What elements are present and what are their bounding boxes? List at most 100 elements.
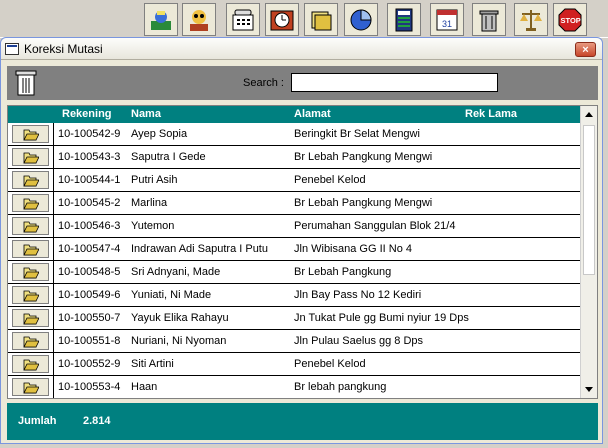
trash-button[interactable] — [472, 3, 506, 36]
open-record-button[interactable] — [12, 217, 49, 235]
open-record-button[interactable] — [12, 309, 49, 327]
folders-icon — [311, 11, 332, 30]
cell-rekening: 10-100550-7 — [58, 312, 121, 324]
jumlah-value: 2.814 — [83, 415, 111, 427]
column-divider — [53, 238, 54, 261]
grid-body: 10-100542-9 Ayep Sopia Beringkit Br Selat … — [8, 123, 580, 398]
column-header-nama[interactable]: Nama — [131, 108, 161, 120]
open-folder-icon — [22, 290, 39, 301]
mail-button[interactable] — [144, 3, 178, 36]
cell-rekening: 10-100543-3 — [58, 151, 121, 163]
close-button[interactable]: × — [575, 42, 596, 57]
cell-alamat: Penebel Kelod — [294, 358, 366, 370]
cell-nama: Ayep Sopia — [131, 128, 188, 140]
open-folder-icon — [22, 382, 39, 393]
search-label: Search : — [243, 77, 284, 89]
table-row[interactable]: 10-100550-7 Yayuk Elika Rahayu Jn Tukat Pu… — [8, 307, 580, 330]
open-folder-icon — [22, 152, 39, 163]
open-folder-icon — [22, 175, 39, 186]
delete-trash-icon[interactable] — [13, 68, 39, 98]
open-folder-icon — [22, 221, 39, 232]
calculator-button[interactable] — [387, 3, 421, 36]
cell-alamat: Beringkit Br Selat Mengwi — [294, 128, 420, 140]
vertical-scrollbar[interactable] — [580, 106, 597, 398]
open-record-button[interactable] — [12, 148, 49, 166]
grid-header: Rekening Nama Alamat Rek Lama — [8, 106, 580, 123]
open-record-button[interactable] — [12, 332, 49, 350]
open-record-button[interactable] — [12, 171, 49, 189]
phone-icon — [232, 9, 254, 30]
table-row[interactable]: 10-100542-9 Ayep Sopia Beringkit Br Selat … — [8, 123, 580, 146]
column-divider — [53, 284, 54, 307]
column-header-rek-lama[interactable]: Rek Lama — [465, 108, 517, 120]
cell-nama: Saputra I Gede — [131, 151, 206, 163]
jumlah-label: Jumlah — [18, 415, 57, 427]
table-row[interactable]: 10-100545-2 Marlina Br Lebah Pangkung Meng… — [8, 192, 580, 215]
table-row[interactable]: 10-100551-8 Nuriani, Ni Nyoman Jln Pulau S… — [8, 330, 580, 353]
open-record-button[interactable] — [12, 355, 49, 373]
cell-nama: Sri Adnyani, Made — [131, 266, 221, 278]
cell-rekening: 10-100551-8 — [58, 335, 121, 347]
cell-rekening: 10-100548-5 — [58, 266, 121, 278]
trash-icon — [479, 10, 499, 31]
column-divider — [53, 376, 54, 398]
folders-button[interactable] — [304, 3, 338, 36]
cell-nama: Yayuk Elika Rahayu — [131, 312, 229, 324]
clock-icon — [270, 10, 294, 30]
column-divider — [53, 192, 54, 215]
cell-rekening: 10-100542-9 — [58, 128, 121, 140]
open-folder-icon — [22, 336, 39, 347]
koreksi-mutasi-window: Koreksi Mutasi × Search : Rekening Nama … — [0, 37, 603, 444]
cell-nama: Putri Asih — [131, 174, 178, 186]
table-row[interactable]: 10-100547-4 Indrawan Adi Saputra I Putu Jl… — [8, 238, 580, 261]
column-header-rekening[interactable]: Rekening — [62, 108, 112, 120]
calendar-button[interactable]: 31 — [430, 3, 464, 36]
column-divider — [53, 169, 54, 192]
open-record-button[interactable] — [12, 378, 49, 396]
footer-bar: Jumlah 2.814 — [7, 403, 598, 440]
open-record-button[interactable] — [12, 125, 49, 143]
open-record-button[interactable] — [12, 194, 49, 212]
scroll-down-icon[interactable] — [585, 387, 593, 392]
cell-alamat: Jln Pulau Saelus gg 8 Dps — [294, 335, 424, 347]
stop-icon: STOP — [558, 8, 582, 31]
table-row[interactable]: 10-100548-5 Sri Adnyani, Made Br Lebah Pan… — [8, 261, 580, 284]
column-header-alamat[interactable]: Alamat — [294, 108, 331, 120]
column-divider — [53, 123, 54, 146]
table-row[interactable]: 10-100543-3 Saputra I Gede Br Lebah Pangku… — [8, 146, 580, 169]
open-record-button[interactable] — [12, 286, 49, 304]
pie-chart-button[interactable] — [344, 3, 378, 36]
search-input[interactable] — [291, 73, 498, 92]
cell-alamat: Jln Bay Pass No 12 Kediri — [294, 289, 422, 301]
cell-nama: Nuriani, Ni Nyoman — [131, 335, 227, 347]
mail-icon — [151, 10, 171, 30]
table-row[interactable]: 10-100553-4 Haan Br lebah pangkung — [8, 376, 580, 398]
cell-rekening: 10-100546-3 — [58, 220, 121, 232]
search-bar: Search : — [7, 66, 598, 100]
scroll-up-icon[interactable] — [585, 112, 593, 117]
cell-rekening: 10-100553-4 — [58, 381, 121, 393]
scale-button[interactable] — [514, 3, 548, 36]
app-toolbar: 31 STOP — [0, 0, 608, 38]
table-row[interactable]: 10-100546-3 Yutemon Perumahan Sanggulan Bl… — [8, 215, 580, 238]
scroll-thumb[interactable] — [583, 125, 595, 275]
window-title: Koreksi Mutasi — [24, 41, 103, 56]
clock-button[interactable] — [265, 3, 299, 36]
open-record-button[interactable] — [12, 240, 49, 258]
table-row[interactable]: 10-100549-6 Yuniati, Ni Made Jln Bay Pass … — [8, 284, 580, 307]
cell-nama: Indrawan Adi Saputra I Putu — [131, 243, 268, 255]
open-record-button[interactable] — [12, 263, 49, 281]
cell-alamat: Br Lebah Pangkung Mengwi — [294, 197, 433, 209]
cell-nama: Yuniati, Ni Made — [131, 289, 212, 301]
cell-nama: Marlina — [131, 197, 168, 209]
stop-button[interactable]: STOP — [553, 3, 587, 36]
open-folder-icon — [22, 198, 39, 209]
table-row[interactable]: 10-100552-9 Siti Artini Penebel Kelod — [8, 353, 580, 376]
cashier-button[interactable] — [182, 3, 216, 36]
open-folder-icon — [22, 359, 39, 370]
pie-chart-icon — [350, 8, 372, 30]
account-grid: Rekening Nama Alamat Rek Lama 10-100542-… — [7, 105, 598, 399]
table-row[interactable]: 10-100544-1 Putri Asih Penebel Kelod — [8, 169, 580, 192]
phone-button[interactable] — [226, 3, 260, 36]
calendar-icon: 31 — [436, 9, 458, 30]
